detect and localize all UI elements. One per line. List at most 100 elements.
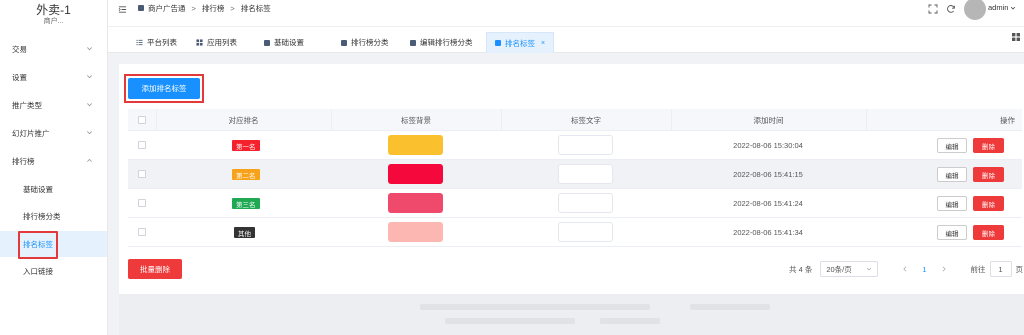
menu-item-promo-type[interactable]: 推广类型 [0,92,107,118]
row-checkbox[interactable] [138,199,146,207]
edit-button[interactable]: 编辑 [937,138,967,153]
tab-bar: 平台列表 应用列表 基础设置 排行榜分类 编辑排行榜分类 排名标签 × [108,27,1024,53]
edit-button[interactable]: 编辑 [937,196,967,211]
chevron-down-icon [87,47,92,51]
delete-button[interactable]: 删除 [973,138,1004,153]
rank-badge: 第一名 [232,140,260,151]
page-icon [341,39,347,46]
close-icon[interactable]: × [541,40,545,47]
tab-menu-icon[interactable] [1012,33,1020,41]
next-page-icon[interactable] [941,266,947,272]
batch-delete-button[interactable]: 批量删除 [128,259,182,279]
goto-label: 前往 [970,264,986,274]
tag-text-preview [558,193,613,213]
grid-icon [196,39,203,46]
column-header-bg: 标签背景 [401,115,431,125]
submenu-item-entry-link[interactable]: 入口链接 [0,258,107,284]
tab-label: 平台列表 [147,38,177,47]
delete-button[interactable]: 删除 [973,225,1004,240]
tag-text-preview [558,164,613,184]
page-size-value: 20条/页 [826,264,852,274]
table-row: 第一名 2022-08-06 15:30:04 编辑 删除 [128,131,1022,160]
chevron-down-icon [87,75,92,79]
breadcrumb-separator: > [191,3,196,13]
menu-item-settings[interactable]: 设置 [0,64,107,90]
table-row: 第二名 2022-08-06 15:41:15 编辑 删除 [128,160,1022,189]
highlight-box [18,231,58,259]
breadcrumb-separator: > [230,3,235,13]
page-icon [495,40,501,46]
chevron-down-icon [87,131,92,135]
menu-item-label: 交易 [12,44,27,54]
added-time: 2022-08-06 15:41:34 [733,228,803,237]
breadcrumb-item[interactable]: 商户广告通 [148,3,186,14]
added-time: 2022-08-06 15:41:24 [733,199,803,208]
column-header-actions: 操作 [1000,115,1015,125]
submenu-item-basic-settings[interactable]: 基础设置 [0,176,107,202]
main-panel: 添加排名标签 对应排名 标签背景 标签文字 添加时间 操作 第一名 2022-0… [119,64,1024,294]
user-menu[interactable]: admin [988,3,1016,12]
edit-button[interactable]: 编辑 [937,225,967,240]
table-header: 对应排名 标签背景 标签文字 添加时间 操作 [128,109,1022,131]
tab-basic-settings[interactable]: 基础设置 [256,32,312,53]
menu-item-label: 排行榜 [12,156,35,166]
column-header-text: 标签文字 [571,115,601,125]
tab-label: 应用列表 [207,38,237,47]
username: admin [988,3,1009,12]
current-page[interactable]: 1 [922,265,926,274]
blurred-text [690,304,770,310]
rank-badge: 第二名 [232,169,260,180]
column-header-rank: 对应排名 [228,115,259,125]
top-header: 商户广告通 > 排行榜 > 排名标签 admin [108,0,1024,27]
tag-bg-swatch [388,193,443,213]
menu-item-label: 设置 [12,72,27,82]
chevron-up-icon [87,158,92,162]
table-row: 第三名 2022-08-06 15:41:24 编辑 删除 [128,189,1022,218]
tag-bg-swatch [388,222,443,242]
row-checkbox[interactable] [138,228,146,236]
footer-area [119,294,1024,335]
tag-text-preview [558,135,613,155]
tab-platform-list[interactable]: 平台列表 [128,32,185,53]
delete-button[interactable]: 删除 [973,196,1004,211]
tab-ranking-category[interactable]: 排行榜分类 [333,32,397,53]
chevron-down-icon [1011,6,1016,10]
tab-rank-tags[interactable]: 排名标签 × [486,32,555,53]
page-unit-label: 页 [1015,264,1024,274]
blurred-text [600,318,660,324]
chevron-down-icon [87,103,92,107]
page-size-select[interactable]: 20条/页 [820,261,879,277]
delete-button[interactable]: 删除 [973,167,1004,182]
select-all-checkbox[interactable] [138,116,146,124]
page-icon [264,39,270,46]
prev-page-icon[interactable] [902,266,908,272]
tab-label: 排名标签 [505,38,535,48]
breadcrumb-icon [138,5,144,11]
tab-label: 编辑排行榜分类 [420,38,473,47]
rank-badge: 第三名 [232,198,260,209]
menu-collapse-icon[interactable] [118,5,127,14]
row-checkbox[interactable] [138,141,146,149]
avatar[interactable] [964,0,986,20]
menu-item-label: 幻灯片推广 [12,128,50,138]
add-rank-tag-button[interactable]: 添加排名标签 [128,78,200,99]
page-icon [410,39,416,46]
goto-page-input[interactable]: 1 [989,261,1012,277]
list-icon [136,39,143,46]
refresh-icon[interactable] [946,4,956,14]
brand-subtitle: 商户... [43,18,64,25]
menu-item-slideshow-promo[interactable]: 幻灯片推广 [0,120,107,146]
tab-edit-ranking-category[interactable]: 编辑排行榜分类 [402,32,481,53]
tag-bg-swatch [388,164,443,184]
edit-button[interactable]: 编辑 [937,167,967,182]
table-row: 其他 2022-08-06 15:41:34 编辑 删除 [128,218,1022,247]
breadcrumb-item[interactable]: 排行榜 [202,3,225,14]
tab-app-list[interactable]: 应用列表 [188,32,245,53]
total-count: 共 4 条 [789,264,813,274]
menu-item-trade[interactable]: 交易 [0,36,107,62]
submenu-item-ranking-category[interactable]: 排行榜分类 [0,203,107,229]
menu-item-ranking[interactable]: 排行榜 [0,148,107,174]
brand-title: 外卖-1 [36,3,71,17]
row-checkbox[interactable] [138,170,146,178]
fullscreen-icon[interactable] [928,4,938,14]
